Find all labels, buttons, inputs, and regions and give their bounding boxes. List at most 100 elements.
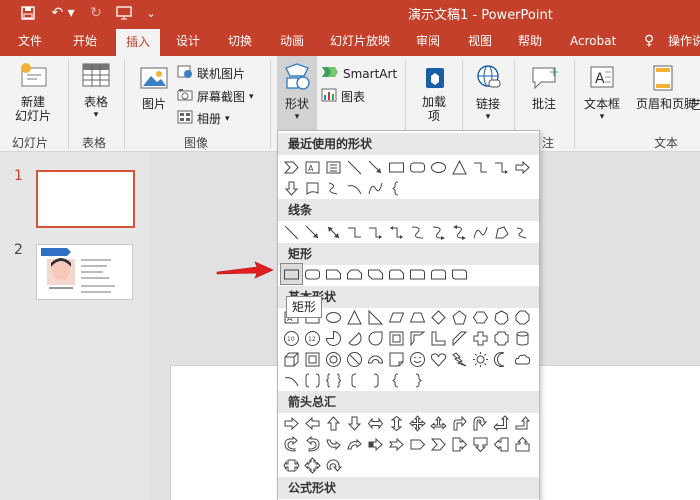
right-arrow-shape-icon[interactable] [281, 413, 302, 433]
freeform-shape-icon[interactable] [491, 222, 512, 242]
curve-shape-icon[interactable] [365, 178, 386, 198]
picture-button[interactable]: 图片 [134, 64, 174, 112]
curved-up-arrow-shape-icon[interactable] [323, 434, 344, 454]
curved-connector-shape-icon[interactable] [407, 222, 428, 242]
online-pictures-button[interactable]: 联机图片 [177, 65, 245, 82]
scribble-shape-icon[interactable] [512, 222, 533, 242]
screenshot-button[interactable]: 屏幕截图 ▾ [177, 88, 254, 105]
u-turn-arrow-shape-icon[interactable] [470, 413, 491, 433]
addins-button[interactable]: 加载 项 [412, 64, 456, 123]
arc-shape-icon[interactable] [344, 178, 365, 198]
elbow-arrow-connector-shape-icon[interactable] [491, 157, 512, 177]
teardrop-shape-icon[interactable] [365, 328, 386, 348]
wordart-button[interactable]: 艺 [690, 66, 700, 113]
down-arrow-shape-icon[interactable] [344, 413, 365, 433]
link-button[interactable]: 链接 ▾ [468, 64, 508, 122]
redo-icon[interactable]: ↻ [86, 3, 106, 23]
header-footer-button[interactable]: 页眉和页脚 [636, 64, 696, 112]
tab-help[interactable]: 帮助 [514, 26, 546, 56]
right-brace-shape-icon[interactable] [407, 370, 428, 390]
curved-right-arrow-shape-icon[interactable] [281, 434, 302, 454]
left-arrow-shape-icon[interactable] [302, 413, 323, 433]
oval-shape-icon[interactable] [428, 157, 449, 177]
curved-double-arrow-connector-shape-icon[interactable] [449, 222, 470, 242]
table-button[interactable]: 表格 ▾ [74, 62, 118, 120]
arrow-line-shape-icon[interactable] [365, 157, 386, 177]
down-arrow-callout-shape-icon[interactable] [470, 434, 491, 454]
triangle-shape-icon[interactable] [344, 307, 365, 327]
save-icon[interactable] [18, 3, 38, 23]
tab-view[interactable]: 视图 [464, 26, 496, 56]
rectangle-shape-icon[interactable] [280, 263, 303, 285]
undo-icon[interactable]: ↶ ▾ [48, 3, 78, 23]
up-arrow-callout-shape-icon[interactable] [512, 434, 533, 454]
elbow-double-arrow-connector-shape-icon[interactable] [386, 222, 407, 242]
double-arrow-line-shape-icon[interactable] [323, 222, 344, 242]
left-right-arrow-shape-icon[interactable] [365, 413, 386, 433]
curved-left-arrow-shape-icon[interactable] [302, 434, 323, 454]
freeform-scribble-shape-icon[interactable] [323, 178, 344, 198]
donut-shape-icon[interactable] [323, 349, 344, 369]
dodecagon-shape-icon[interactable]: 12 [302, 328, 323, 348]
down-arrow-shape-icon[interactable] [281, 178, 302, 198]
snip-single-corner-rectangle-shape-icon[interactable] [323, 264, 344, 284]
arrow-line-shape-icon[interactable] [302, 222, 323, 242]
bevel-shape-icon[interactable] [302, 349, 323, 369]
vertical-textbox-shape-icon[interactable] [323, 157, 344, 177]
line-shape-icon[interactable] [344, 157, 365, 177]
album-button[interactable]: 相册 ▾ [177, 110, 230, 127]
snip-diagonal-rectangle-shape-icon[interactable] [365, 264, 386, 284]
notched-right-arrow-shape-icon[interactable] [386, 434, 407, 454]
shapes-button[interactable]: 形状 ▾ [279, 62, 315, 122]
smartart-button[interactable]: SmartArt [321, 65, 397, 82]
quad-arrow-shape-icon[interactable] [407, 413, 428, 433]
tab-animations[interactable]: 动画 [276, 26, 308, 56]
heptagon-shape-icon[interactable] [491, 307, 512, 327]
no-symbol-shape-icon[interactable] [344, 349, 365, 369]
right-triangle-shape-icon[interactable] [365, 307, 386, 327]
up-arrow-shape-icon[interactable] [323, 413, 344, 433]
hexagon-shape-icon[interactable] [470, 307, 491, 327]
double-bracket-shape-icon[interactable] [302, 370, 323, 390]
rounded-rectangle-shape-icon[interactable] [302, 264, 323, 284]
elbow-connector-shape-icon[interactable] [344, 222, 365, 242]
heart-shape-icon[interactable] [428, 349, 449, 369]
left-up-arrow-shape-icon[interactable] [491, 413, 512, 433]
tab-acrobat[interactable]: Acrobat [566, 26, 620, 56]
pentagon-arrow-shape-icon[interactable] [407, 434, 428, 454]
plaque-shape-icon[interactable] [491, 328, 512, 348]
rounded-rectangle-shape-icon[interactable] [407, 157, 428, 177]
tab-transitions[interactable]: 切换 [224, 26, 256, 56]
striped-right-arrow-shape-icon[interactable] [365, 434, 386, 454]
parallelogram-shape-icon[interactable] [386, 307, 407, 327]
up-down-arrow-shape-icon[interactable] [386, 413, 407, 433]
left-right-up-arrow-shape-icon[interactable] [428, 413, 449, 433]
round-same-side-rectangle-shape-icon[interactable] [428, 264, 449, 284]
left-right-arrow-callout-shape-icon[interactable] [281, 455, 302, 475]
tab-slideshow[interactable]: 幻灯片放映 [326, 26, 394, 56]
presentation-icon[interactable] [114, 3, 134, 23]
elbow-connector-shape-icon[interactable] [470, 157, 491, 177]
curved-arrow-connector-shape-icon[interactable] [428, 222, 449, 242]
octagon-shape-icon[interactable] [512, 307, 533, 327]
chevron-shape-icon[interactable] [281, 157, 302, 177]
l-shape-icon[interactable] [428, 328, 449, 348]
arc-shape-icon[interactable] [281, 370, 302, 390]
left-bracket-shape-icon[interactable] [344, 370, 365, 390]
smiley-face-shape-icon[interactable] [407, 349, 428, 369]
chord-shape-icon[interactable] [344, 328, 365, 348]
left-arrow-callout-shape-icon[interactable] [491, 434, 512, 454]
folded-corner-shape-icon[interactable] [386, 349, 407, 369]
curved-down-arrow-shape-icon[interactable] [344, 434, 365, 454]
block-arc-shape-icon[interactable] [365, 349, 386, 369]
cloud-shape-icon[interactable] [512, 349, 533, 369]
elbow-arrow-connector-shape-icon[interactable] [365, 222, 386, 242]
tab-tell-me[interactable]: 操作说 [664, 26, 700, 56]
sun-shape-icon[interactable] [470, 349, 491, 369]
tab-review[interactable]: 审阅 [412, 26, 444, 56]
triangle-shape-icon[interactable] [449, 157, 470, 177]
bent-arrow-shape-icon[interactable] [449, 413, 470, 433]
circular-arrow-shape-icon[interactable] [323, 455, 344, 475]
right-arrow-callout-shape-icon[interactable] [449, 434, 470, 454]
comment-button[interactable]: + 批注 [524, 64, 564, 112]
